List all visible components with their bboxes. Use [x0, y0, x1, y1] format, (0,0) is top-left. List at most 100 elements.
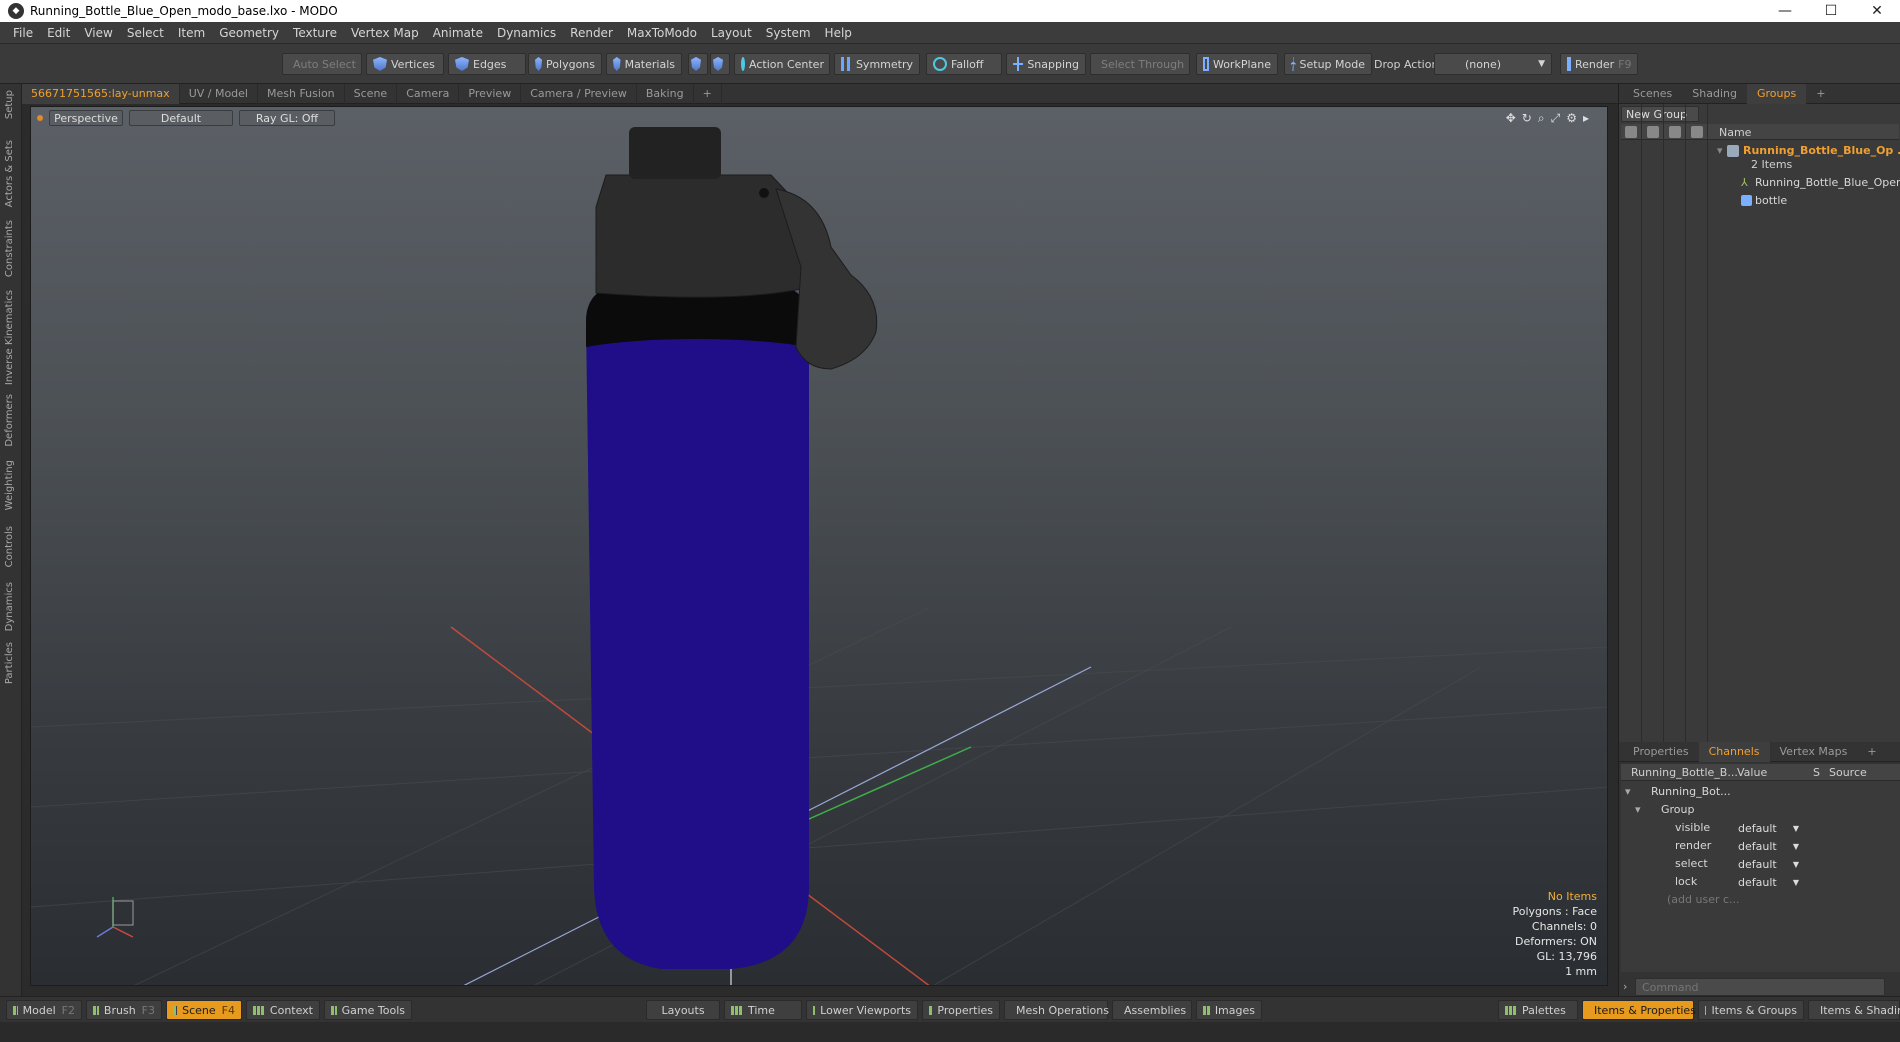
tab-actors-sets[interactable]: Actors & Sets: [4, 140, 15, 207]
menu-item[interactable]: Item: [171, 26, 212, 40]
vertices-button[interactable]: Vertices: [366, 53, 444, 75]
channel-item-row[interactable]: ▾ Running_Bot...: [1621, 783, 1900, 801]
layouts-button[interactable]: Layouts: [646, 1000, 720, 1020]
tab-shading[interactable]: Shading: [1682, 84, 1747, 104]
snapping-button[interactable]: Snapping: [1006, 53, 1086, 75]
items-shading-button[interactable]: Items & Shadin: [1808, 1000, 1900, 1020]
tab-groups[interactable]: Groups: [1746, 83, 1807, 104]
menu-texture[interactable]: Texture: [286, 26, 344, 40]
setup-mode-button[interactable]: Setup Mode: [1284, 53, 1372, 75]
shading-button[interactable]: Default: [129, 110, 233, 126]
list-item[interactable]: bottle: [1621, 192, 1899, 209]
edges-button[interactable]: Edges: [448, 53, 526, 75]
tab-deformers[interactable]: Deformers: [4, 394, 15, 447]
tab-mesh-fusion[interactable]: Mesh Fusion: [258, 83, 345, 104]
menu-select[interactable]: Select: [120, 26, 171, 40]
tab-scene[interactable]: Scene: [345, 83, 398, 104]
menu-edit[interactable]: Edit: [40, 26, 77, 40]
time-button[interactable]: Time: [724, 1000, 802, 1020]
tab-camera-preview[interactable]: Camera / Preview: [521, 83, 637, 104]
render-toggle-icon[interactable]: [1647, 126, 1659, 138]
drop-action-dropdown[interactable]: (none) ▼: [1434, 53, 1552, 75]
falloff-button[interactable]: Falloff: [926, 53, 1002, 75]
expand-icon[interactable]: ▾: [1625, 785, 1631, 798]
lock-icon[interactable]: [1669, 126, 1681, 138]
assemblies-button[interactable]: Assemblies: [1112, 1000, 1192, 1020]
add-channel-tab-button[interactable]: +: [1857, 742, 1886, 762]
action-center-button[interactable]: Action Center: [734, 53, 830, 75]
lower-viewports-button[interactable]: Lower Viewports: [806, 1000, 918, 1020]
channel-group-row[interactable]: ▾ Group: [1621, 801, 1900, 819]
eye-icon[interactable]: [1625, 126, 1637, 138]
tab-preview[interactable]: Preview: [459, 83, 522, 104]
close-icon[interactable]: ✕: [1854, 0, 1900, 22]
tab-setup[interactable]: Setup: [4, 90, 15, 119]
menu-system[interactable]: System: [759, 26, 818, 40]
add-panel-tab-button[interactable]: +: [1806, 84, 1835, 104]
channel-row[interactable]: select default ▼: [1621, 855, 1900, 873]
fit-view-icon[interactable]: ⤢: [1551, 111, 1561, 126]
items-groups-button[interactable]: Items & Groups: [1698, 1000, 1804, 1020]
render-button[interactable]: Render F9: [1560, 53, 1638, 75]
tab-vertex-maps[interactable]: Vertex Maps: [1770, 742, 1858, 762]
add-tab-button[interactable]: +: [694, 83, 722, 104]
channel-row[interactable]: visible default ▼: [1621, 819, 1900, 837]
menu-render[interactable]: Render: [563, 26, 620, 40]
tab-scenes[interactable]: Scenes: [1619, 84, 1682, 104]
workplane-button[interactable]: WorkPlane: [1196, 53, 1278, 75]
tab-layout-unmax[interactable]: 56671751565:lay-unmax: [22, 83, 180, 104]
rotate-view-icon[interactable]: ↻: [1522, 111, 1532, 126]
select-toggle-icon[interactable]: [1691, 126, 1703, 138]
tab-weighting[interactable]: Weighting: [4, 460, 15, 510]
brush-layout-button[interactable]: Brush F3: [86, 1000, 162, 1020]
materials-button[interactable]: Materials: [606, 53, 682, 75]
new-group-button[interactable]: New Group: [1621, 106, 1699, 122]
menu-maxtomodo[interactable]: MaxToModo: [620, 26, 704, 40]
channel-row[interactable]: lock default ▼: [1621, 873, 1900, 891]
menu-help[interactable]: Help: [818, 26, 859, 40]
tab-camera[interactable]: Camera: [397, 83, 460, 104]
context-layout-button[interactable]: Context: [246, 1000, 320, 1020]
tab-inverse-kinematics[interactable]: Inverse Kinematics: [4, 290, 15, 385]
viewport-options-icon[interactable]: [37, 115, 43, 121]
tab-constraints[interactable]: Constraints: [4, 220, 15, 277]
menu-animate[interactable]: Animate: [426, 26, 490, 40]
mesh-operations-button[interactable]: Mesh Operations: [1004, 1000, 1109, 1020]
menu-dynamics[interactable]: Dynamics: [490, 26, 563, 40]
scene-layout-button[interactable]: Scene F4: [166, 1000, 242, 1020]
properties-button[interactable]: Properties: [922, 1000, 1000, 1020]
model-layout-button[interactable]: Model F2: [6, 1000, 82, 1020]
items-properties-button[interactable]: Items & Properties: [1582, 1000, 1696, 1020]
tab-properties[interactable]: Properties: [1619, 742, 1699, 762]
select-through-button[interactable]: Select Through: [1090, 53, 1190, 75]
raygl-button[interactable]: Ray GL: Off: [239, 110, 335, 126]
tab-dynamics[interactable]: Dynamics: [4, 582, 15, 631]
game-tools-layout-button[interactable]: Game Tools: [324, 1000, 412, 1020]
move-view-icon[interactable]: ✥: [1506, 111, 1516, 126]
menu-geometry[interactable]: Geometry: [212, 26, 286, 40]
list-item[interactable]: ⅄ Running_Bottle_Blue_Open: [1621, 174, 1900, 191]
palettes-button[interactable]: Palettes: [1498, 1000, 1578, 1020]
add-user-channel-row[interactable]: (add user c...: [1621, 891, 1900, 909]
tab-controls[interactable]: Controls: [4, 526, 15, 567]
channel-value-dropdown[interactable]: default ▼: [1735, 838, 1801, 854]
tab-channels[interactable]: Channels: [1698, 741, 1770, 762]
perspective-button[interactable]: Perspective: [49, 110, 123, 126]
gear-icon[interactable]: ⚙: [1566, 111, 1577, 126]
menu-layout[interactable]: Layout: [704, 26, 759, 40]
channel-row[interactable]: render default ▼: [1621, 837, 1900, 855]
auto-select-button[interactable]: Auto Select: [282, 53, 362, 75]
expand-icon[interactable]: ▾: [1635, 803, 1641, 816]
polygons-button[interactable]: Polygons: [528, 53, 602, 75]
tab-particles[interactable]: Particles: [4, 642, 15, 684]
menu-file[interactable]: File: [6, 26, 40, 40]
3d-viewport[interactable]: Perspective Default Ray GL: Off ✥ ↻ ⌕ ⤢ …: [30, 106, 1608, 986]
images-button[interactable]: Images: [1196, 1000, 1262, 1020]
symmetry-button[interactable]: Symmetry: [834, 53, 920, 75]
select-mode-button-b[interactable]: [710, 53, 730, 75]
play-icon[interactable]: ▸: [1583, 111, 1589, 126]
channel-value-dropdown[interactable]: default ▼: [1735, 820, 1801, 836]
tab-uv-model[interactable]: UV / Model: [180, 83, 258, 104]
minimize-icon[interactable]: —: [1762, 0, 1808, 22]
command-input[interactable]: [1635, 978, 1885, 996]
